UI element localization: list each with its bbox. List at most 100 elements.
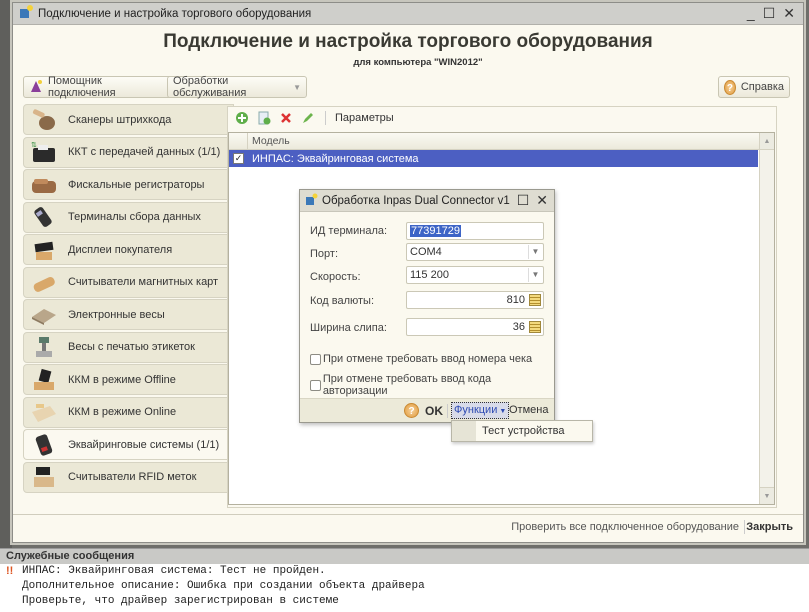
sidebar-item-label: Весы с печатью этикеток bbox=[68, 341, 195, 353]
sidebar-item-label: ККМ в режиме Offline bbox=[68, 373, 176, 386]
sidebar-item[interactable]: ККМ в режиме Online bbox=[23, 396, 234, 428]
grid-toolbar: Параметры bbox=[228, 107, 776, 129]
sidebar-item-label: Фискальные регистраторы bbox=[68, 178, 205, 191]
sidebar-item[interactable]: Терминалы сбора данных bbox=[23, 201, 234, 233]
copy-icon[interactable] bbox=[256, 110, 272, 126]
add-icon[interactable] bbox=[234, 110, 250, 126]
chevron-down-icon[interactable]: ▼ bbox=[528, 245, 542, 259]
sidebar-item[interactable]: Дисплеи покупателя bbox=[23, 234, 234, 265]
chevron-down-icon[interactable]: ▼ bbox=[528, 268, 542, 282]
scroll-down-icon[interactable]: ▼ bbox=[760, 487, 774, 504]
toolbar-separator bbox=[325, 111, 326, 125]
parameters-button[interactable]: Параметры bbox=[335, 112, 394, 124]
terminal-id-input[interactable]: 77391729 bbox=[406, 222, 544, 240]
sidebar-item-label: Терминалы сбора данных bbox=[68, 211, 201, 223]
label-scales-icon bbox=[28, 334, 60, 360]
sidebar-item[interactable]: Считыватели RFID меток bbox=[23, 461, 234, 493]
column-header-model[interactable]: Модель bbox=[248, 135, 290, 147]
vertical-scrollbar[interactable]: ▲ ▼ bbox=[759, 133, 774, 504]
table-row[interactable]: ✓ ИНПАС: Эквайринговая система bbox=[229, 150, 758, 167]
currency-code-label: Код валюты: bbox=[310, 295, 375, 307]
scroll-up-icon[interactable]: ▲ bbox=[760, 133, 774, 150]
sidebar-item-label: Сканеры штрихкода bbox=[68, 113, 172, 126]
service-processing-dropdown[interactable]: Обработки обслуживания ▼ bbox=[167, 75, 307, 99]
close-button[interactable]: Закрыть bbox=[746, 521, 793, 533]
card-reader-icon bbox=[28, 269, 60, 295]
sidebar-item-label: Эквайринговые системы (1/1) bbox=[68, 438, 220, 451]
sidebar-item[interactable]: Эквайринговые системы (1/1) bbox=[23, 429, 237, 460]
require-auth-code-checkbox[interactable]: При отмене требовать ввод кода авторизац… bbox=[310, 373, 554, 397]
message-line: Проверьте, что драйвер зарегистрирован в… bbox=[22, 595, 339, 607]
check-all-equipment-button[interactable]: Проверить все подключенное оборудование bbox=[511, 521, 739, 533]
dialog-maximize-button[interactable]: ☐ bbox=[517, 192, 530, 209]
terminal-id-label: ИД терминала: bbox=[310, 225, 388, 237]
menu-item-test-device[interactable]: Тест устройства bbox=[482, 425, 564, 437]
title-bar: Подключение и настройка торгового оборуд… bbox=[13, 3, 803, 25]
customer-display-icon bbox=[28, 237, 60, 263]
row-model: ИНПАС: Эквайринговая система bbox=[252, 152, 419, 165]
connection-wizard-label: Помощник подключения bbox=[48, 75, 116, 99]
chevron-down-icon: ▼ bbox=[499, 408, 507, 415]
calculator-icon[interactable] bbox=[529, 294, 541, 306]
calculator-icon[interactable] bbox=[529, 321, 541, 333]
sidebar-item-label: Считыватели RFID меток bbox=[68, 471, 197, 483]
cancel-button[interactable]: Отмена bbox=[509, 404, 548, 416]
functions-menu: Тест устройства bbox=[451, 420, 593, 442]
ok-button[interactable]: OK bbox=[425, 404, 443, 418]
fiscal-printer-icon bbox=[28, 172, 60, 198]
service-processing-label: Обработки обслуживания bbox=[173, 75, 247, 99]
wizard-icon bbox=[29, 79, 43, 96]
help-label: Справка bbox=[740, 81, 784, 93]
minimize-button[interactable]: _ bbox=[747, 5, 755, 22]
sidebar-item[interactable]: ⇅ ККТ с передачей данных (1/1) bbox=[23, 136, 234, 168]
require-receipt-number-checkbox[interactable]: При отмене требовать ввод номера чека bbox=[310, 353, 532, 365]
port-label: Порт: bbox=[310, 248, 338, 260]
help-icon[interactable]: ? bbox=[404, 403, 419, 418]
port-select[interactable]: COM4 ▼ bbox=[406, 243, 544, 261]
sidebar-item[interactable]: Электронные весы bbox=[23, 299, 234, 330]
help-button[interactable]: ? Справка bbox=[718, 76, 790, 98]
slip-width-input[interactable]: 36 bbox=[406, 318, 544, 336]
slip-width-label: Ширина слипа: bbox=[310, 322, 387, 334]
window-footer: Проверить все подключенное оборудование … bbox=[13, 514, 803, 538]
delete-icon[interactable] bbox=[278, 110, 294, 126]
messages-body: !! ИНПАС: Эквайринговая система: Тест не… bbox=[0, 564, 809, 609]
app-icon bbox=[19, 5, 33, 22]
sidebar-item-label: Дисплеи покупателя bbox=[68, 243, 173, 256]
help-icon: ? bbox=[724, 79, 736, 95]
speed-select[interactable]: 115 200 ▼ bbox=[406, 266, 544, 284]
edit-icon[interactable] bbox=[300, 110, 316, 126]
currency-code-input[interactable]: 810 bbox=[406, 291, 544, 309]
barcode-scanner-icon bbox=[28, 107, 60, 133]
dialog-title: Обработка Inpas Dual Connector v1 bbox=[322, 194, 510, 207]
row-checkbox[interactable]: ✓ bbox=[229, 153, 248, 164]
connection-wizard-button[interactable]: Помощник подключения bbox=[23, 75, 173, 99]
sidebar-item-label: Считыватели магнитных карт bbox=[68, 276, 219, 288]
service-messages-panel: Служебные сообщения !! ИНПАС: Эквайринго… bbox=[0, 548, 809, 612]
dialog-close-button[interactable]: ✕ bbox=[536, 192, 548, 209]
driver-settings-dialog: Обработка Inpas Dual Connector v1 ☐ ✕ ИД… bbox=[299, 189, 555, 423]
close-window-button[interactable]: ✕ bbox=[783, 5, 795, 22]
message-line: ИНПАС: Эквайринговая система: Тест не пр… bbox=[22, 565, 326, 577]
dialog-icon bbox=[305, 193, 318, 209]
rfid-reader-icon bbox=[28, 464, 60, 490]
sidebar-item[interactable]: Фискальные регистраторы bbox=[23, 169, 234, 200]
sidebar-item-label: ККТ с передачей данных (1/1) bbox=[68, 146, 221, 158]
speed-label: Скорость: bbox=[310, 271, 361, 283]
functions-dropdown-button[interactable]: Функции ▼ bbox=[451, 402, 510, 419]
offline-register-icon bbox=[28, 367, 60, 393]
data-terminal-icon bbox=[28, 204, 60, 230]
sidebar-item[interactable]: ККМ в режиме Offline bbox=[23, 364, 234, 395]
sidebar-item[interactable]: Весы с печатью этикеток bbox=[23, 331, 234, 363]
maximize-button[interactable]: ☐ bbox=[763, 5, 776, 22]
sidebar-item-label: ККМ в режиме Online bbox=[68, 406, 177, 418]
svg-text:⇅: ⇅ bbox=[31, 142, 37, 149]
desktop-edge bbox=[0, 0, 12, 548]
page-title: Подключение и настройка торгового оборуд… bbox=[163, 31, 653, 52]
sidebar-item[interactable]: Считыватели магнитных карт bbox=[23, 266, 234, 298]
sidebar-item[interactable]: Сканеры штрихкода bbox=[23, 104, 234, 135]
scales-icon bbox=[28, 302, 60, 328]
error-marker-icon: !! bbox=[6, 565, 14, 577]
messages-title: Служебные сообщения bbox=[0, 549, 809, 564]
dialog-title-bar: Обработка Inpas Dual Connector v1 ☐ ✕ bbox=[300, 190, 554, 212]
